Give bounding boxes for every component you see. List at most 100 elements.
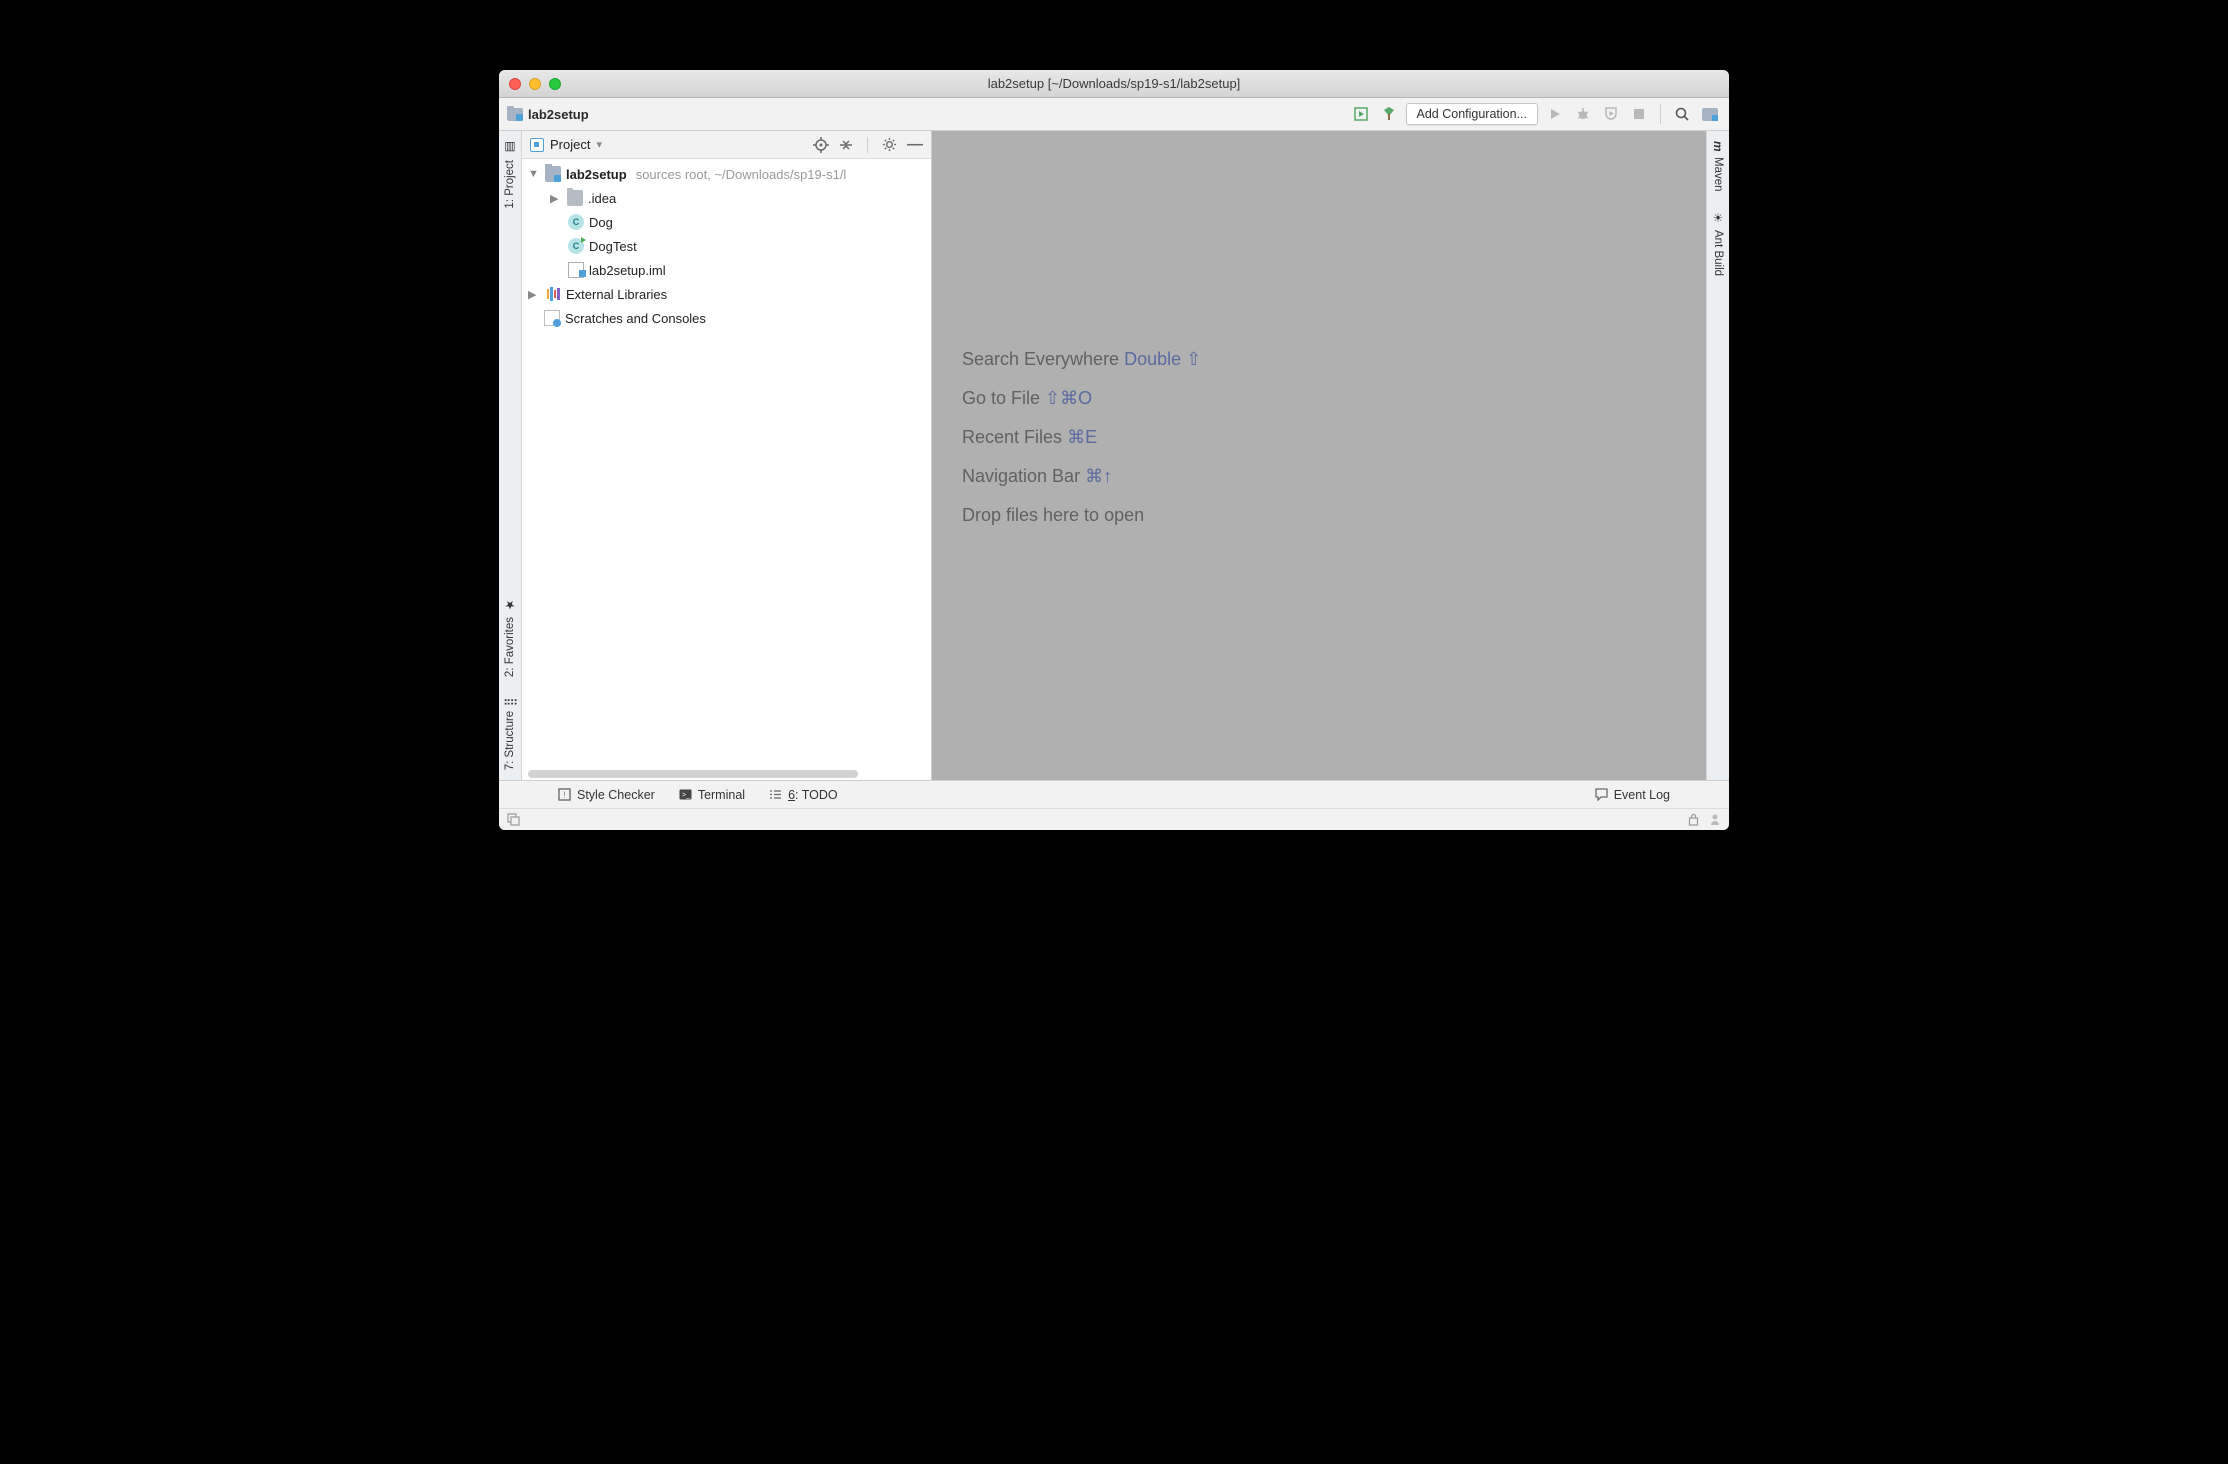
tool-window-project[interactable]: 1: Project ▥ [503,131,517,219]
tab-label-mnemonic: 6 [788,788,795,802]
ant-icon: ☀ [1711,211,1725,225]
run-icon[interactable] [1544,103,1566,125]
tree-scratches[interactable]: Scratches and Consoles [522,306,931,330]
tab-label: Style Checker [577,788,655,802]
tree-root-meta: sources root, ~/Downloads/sp19-s1/l [636,167,847,182]
breadcrumb-project: lab2setup [528,107,589,122]
breadcrumb[interactable]: lab2setup [507,107,589,122]
windows-icon[interactable] [507,813,520,826]
hint-shortcut: ⌘↑ [1085,466,1112,486]
project-tree[interactable]: ▼ lab2setup sources root, ~/Downloads/sp… [522,159,931,780]
editor-area[interactable]: Search Everywhere Double ⇧ Go to File ⇧⌘… [932,131,1706,780]
tab-todo[interactable]: 6: TODO [769,788,838,802]
project-view-label[interactable]: Project [550,137,590,152]
tool-window-favorites-label: 2: Favorites [504,617,516,677]
project-view-icon [530,138,544,152]
separator [867,137,868,153]
hint-drop-files: Drop files here to open [962,505,1201,526]
chevron-down-icon[interactable]: ▼ [528,168,540,180]
ide-window: lab2setup [~/Downloads/sp19-s1/lab2setup… [499,70,1729,830]
tree-item-label: External Libraries [566,287,667,302]
hint-text: Recent Files [962,427,1062,447]
hint-text: Navigation Bar [962,466,1080,486]
tab-style-checker[interactable]: ! Style Checker [558,788,655,802]
hint-recent-files: Recent Files ⌘E [962,427,1201,448]
tree-item-label: Scratches and Consoles [565,311,706,326]
build-icon[interactable] [1378,103,1400,125]
tab-label: Terminal [698,788,745,802]
tool-window-maven-label: Maven [1712,157,1724,192]
module-folder-icon [507,108,523,121]
separator [1660,104,1661,124]
tree-external-libraries[interactable]: ▶ External Libraries [522,282,931,306]
tree-item-dog[interactable]: C Dog [522,210,931,234]
tool-window-maven[interactable]: m Maven [1711,131,1725,201]
tree-root[interactable]: ▼ lab2setup sources root, ~/Downloads/sp… [522,162,931,186]
chevron-right-icon[interactable]: ▶ [550,192,562,205]
empty-editor-hints: Search Everywhere Double ⇧ Go to File ⇧⌘… [962,349,1201,526]
coverage-icon[interactable] [1600,103,1622,125]
hint-text: Search Everywhere [962,349,1119,369]
hide-icon[interactable]: — [907,136,923,154]
maven-icon: m [1711,141,1725,152]
hint-nav-bar: Navigation Bar ⌘↑ [962,466,1201,487]
tab-event-log[interactable]: Event Log [1595,788,1670,802]
debug-icon[interactable] [1572,103,1594,125]
hint-shortcut: ⇧⌘O [1045,388,1092,408]
svg-text:!: ! [563,791,565,800]
tool-window-ant-label: Ant Build [1712,230,1724,276]
hint-text: Go to File [962,388,1040,408]
star-icon: ★ [503,598,517,612]
right-gutter: m Maven ☀ Ant Build [1706,131,1729,780]
status-bar [499,808,1729,830]
tool-window-structure[interactable]: 7: Structure ⣿ [503,687,517,780]
folder-icon [567,190,583,206]
dropdown-icon[interactable]: ▾ [596,138,602,151]
scratches-icon [544,310,560,326]
svg-text:>_: >_ [682,792,690,799]
tree-item-dogtest[interactable]: C DogTest [522,234,931,258]
hint-search-everywhere: Search Everywhere Double ⇧ [962,349,1201,370]
tab-terminal[interactable]: >_ Terminal [679,788,745,802]
nav-bar: lab2setup Add Configuration... [499,98,1729,131]
style-checker-icon: ! [558,788,571,801]
hint-shortcut: Double ⇧ [1124,349,1201,369]
tree-item-label: Dog [589,215,613,230]
tree-item-label: DogTest [589,239,637,254]
module-folder-icon [545,166,561,182]
tool-window-structure-label: 7: Structure [504,711,516,770]
hint-text: Drop files here to open [962,505,1144,525]
hint-goto-file: Go to File ⇧⌘O [962,388,1201,409]
libraries-icon [545,286,561,302]
tool-window-ant[interactable]: ☀ Ant Build [1711,201,1725,286]
project-structure-icon[interactable] [1699,103,1721,125]
collapse-all-icon[interactable] [839,138,853,152]
tree-item-idea[interactable]: ▶ .idea [522,186,931,210]
project-sidebar: Project ▾ — ▼ [522,131,932,780]
run-with-coverage-icon[interactable] [1350,103,1372,125]
iml-file-icon [568,262,584,278]
event-log-icon [1595,788,1608,801]
lock-icon[interactable] [1688,813,1699,826]
search-icon[interactable] [1671,103,1693,125]
tree-item-iml[interactable]: lab2setup.iml [522,258,931,282]
terminal-icon: >_ [679,789,692,800]
locate-icon[interactable] [813,137,829,153]
tree-root-name: lab2setup [566,167,627,182]
tree-item-label: lab2setup.iml [589,263,666,278]
structure-icon: ⣿ [503,697,517,706]
java-class-run-icon: C [568,238,584,254]
horizontal-scrollbar[interactable] [528,770,858,778]
tab-label: : TODO [795,788,838,802]
hint-shortcut: ⌘E [1067,427,1097,447]
gear-icon[interactable] [882,137,897,152]
run-config-button[interactable]: Add Configuration... [1406,103,1539,125]
stop-icon[interactable] [1628,103,1650,125]
tool-window-favorites[interactable]: 2: Favorites ★ [503,588,517,687]
titlebar: lab2setup [~/Downloads/sp19-s1/lab2setup… [499,70,1729,98]
folder-grey-icon: ▥ [503,141,517,155]
hector-icon[interactable] [1709,813,1721,826]
chevron-right-icon[interactable]: ▶ [528,288,540,301]
tool-window-project-label: 1: Project [504,160,516,209]
window-title: lab2setup [~/Downloads/sp19-s1/lab2setup… [499,76,1729,91]
